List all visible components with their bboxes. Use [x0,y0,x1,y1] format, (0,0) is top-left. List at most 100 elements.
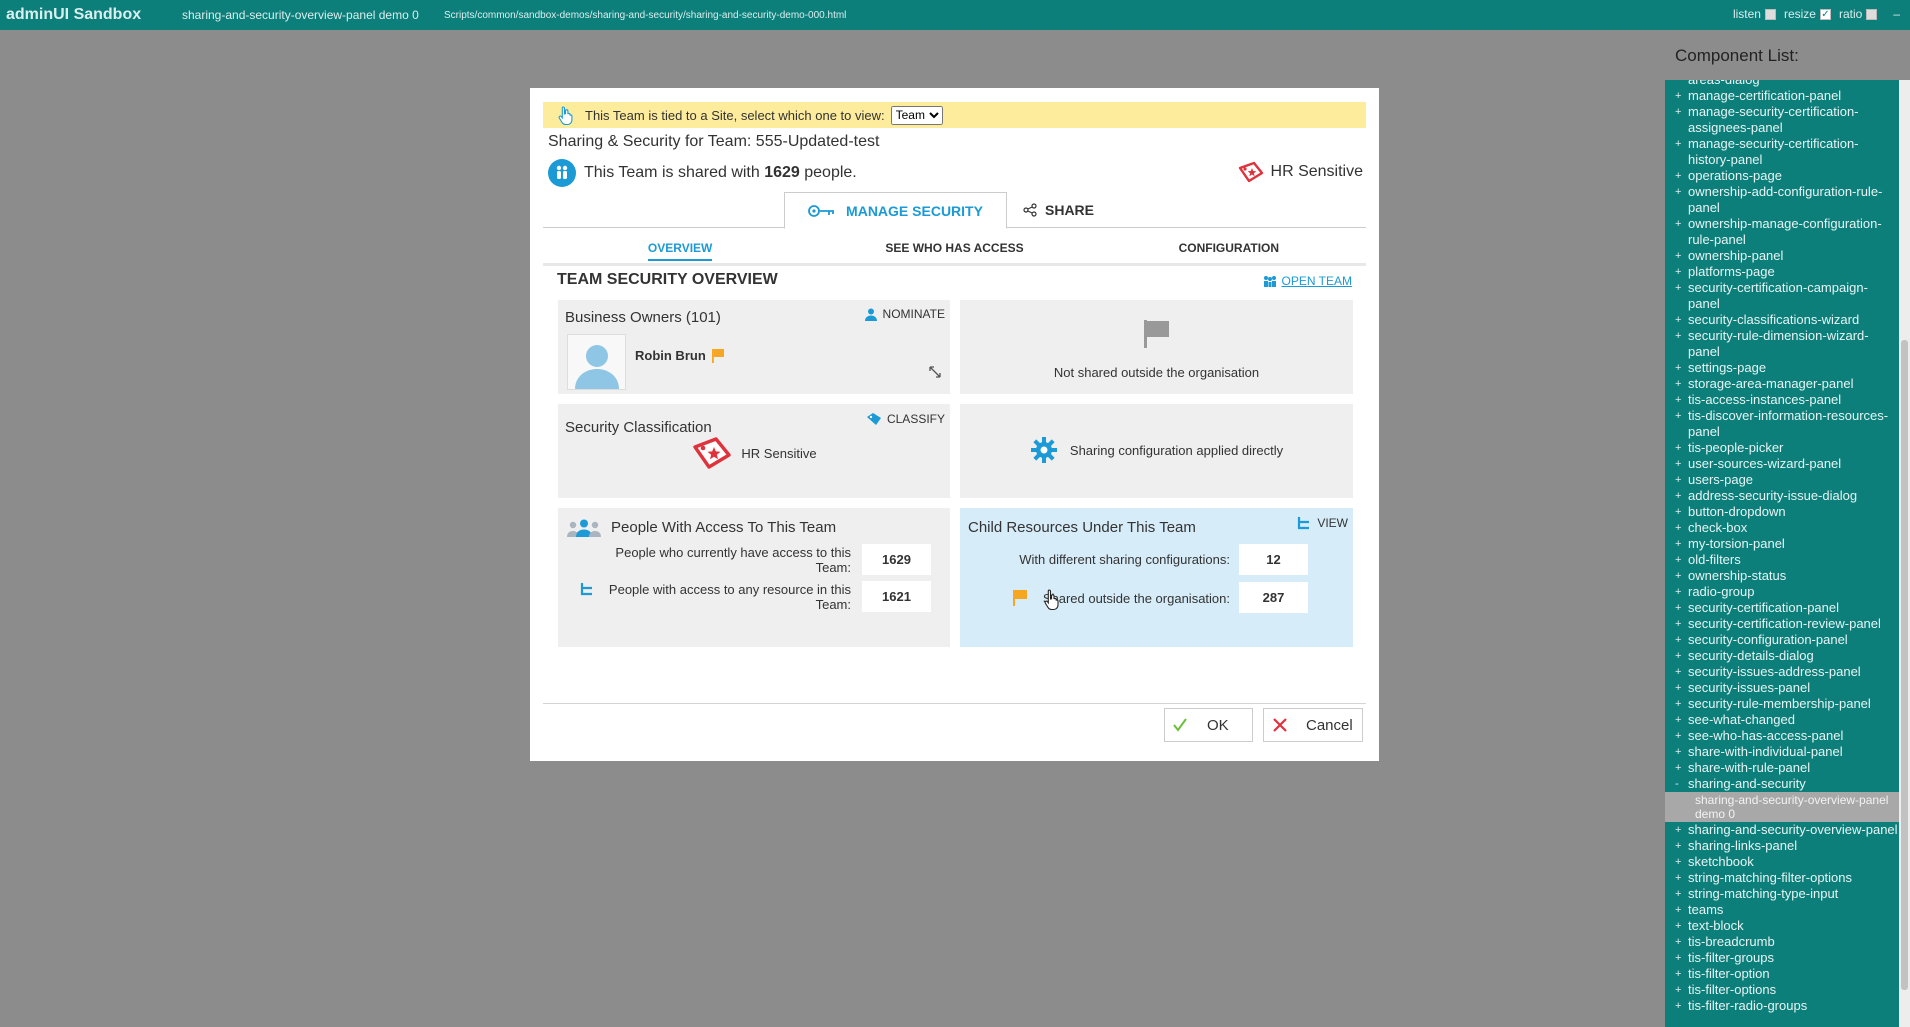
component-list-item[interactable]: + string-matching-filter-options [1665,870,1899,886]
component-list-item[interactable]: + security-classifications-wizard [1665,312,1899,328]
subtab-configuration[interactable]: CONFIGURATION [1092,229,1366,263]
expand-plus-icon[interactable]: + [1675,600,1681,616]
component-list-item[interactable]: + storage-area-manager-panel [1665,376,1899,392]
expand-plus-icon[interactable]: + [1675,744,1681,760]
ok-button[interactable]: OK [1164,708,1253,742]
component-list-item[interactable]: + manage-certification-panel [1665,88,1899,104]
component-list-item[interactable]: + manage-security-certification-assignees… [1665,104,1899,136]
expand-plus-icon[interactable]: + [1675,504,1681,520]
expand-plus-icon[interactable]: + [1675,982,1681,998]
expand-plus-icon[interactable]: + [1675,822,1681,838]
expand-plus-icon[interactable]: + [1675,998,1681,1014]
component-list-item[interactable]: + old-filters [1665,552,1899,568]
site-team-select[interactable]: Team [890,105,943,125]
expand-plus-icon[interactable]: + [1675,552,1681,568]
component-list-item[interactable]: + sketchbook [1665,854,1899,870]
expand-plus-icon[interactable]: + [1675,680,1681,696]
expand-plus-icon[interactable]: + [1675,456,1681,472]
component-list-item[interactable]: + button-dropdown [1665,504,1899,520]
expand-plus-icon[interactable]: + [1675,248,1681,264]
cancel-button[interactable]: Cancel [1263,708,1363,742]
scrollbar-thumb[interactable] [1901,340,1908,990]
component-list-item[interactable]: + security-certification-campaign-panel [1665,280,1899,312]
minimize-button[interactable]: – [1893,7,1900,21]
component-list-item[interactable]: + tis-filter-groups [1665,950,1899,966]
component-list-item[interactable]: + tis-discover-information-resources-pane… [1665,408,1899,440]
expand-plus-icon[interactable]: + [1675,584,1681,600]
expand-plus-icon[interactable]: + [1675,854,1681,870]
component-list-item[interactable]: + manage-security-certification-history-p… [1665,136,1899,168]
expand-plus-icon[interactable]: + [1675,440,1681,456]
open-team-link[interactable]: OPEN TEAM [1262,274,1352,288]
component-list-item[interactable]: + ownership-add-configuration-rule-panel [1665,184,1899,216]
component-list-item[interactable]: areas-dialog [1665,80,1899,88]
expand-plus-icon[interactable]: + [1675,568,1681,584]
child-shared-outside-value[interactable]: 287 [1239,582,1308,613]
component-list-item[interactable]: + security-issues-address-panel [1665,664,1899,680]
collapse-icon[interactable]: - [1675,776,1679,792]
view-button[interactable]: VIEW [1297,516,1348,530]
expand-plus-icon[interactable]: + [1675,664,1681,680]
expand-plus-icon[interactable]: + [1675,934,1681,950]
expand-plus-icon[interactable]: + [1675,184,1681,200]
component-list-item[interactable]: + check-box [1665,520,1899,536]
expand-plus-icon[interactable]: + [1675,696,1681,712]
component-list-item[interactable]: + share-with-rule-panel [1665,760,1899,776]
component-list-item[interactable]: + ownership-panel [1665,248,1899,264]
component-list-item[interactable]: + tis-access-instances-panel [1665,392,1899,408]
component-list-item[interactable]: + tis-filter-options [1665,982,1899,998]
expand-plus-icon[interactable]: + [1675,376,1681,392]
expand-plus-icon[interactable]: + [1675,728,1681,744]
expand-plus-icon[interactable]: + [1675,902,1681,918]
component-list-item[interactable]: + tis-filter-option [1665,966,1899,982]
component-list[interactable]: areas-dialog+manage-certification-panel+… [1665,80,1899,1027]
expand-plus-icon[interactable]: + [1675,648,1681,664]
expand-plus-icon[interactable]: + [1675,264,1681,280]
component-list-item[interactable]: + sharing-and-security-overview-panel [1665,822,1899,838]
subtab-overview[interactable]: OVERVIEW [543,229,817,263]
component-list-item[interactable]: + sharing-links-panel [1665,838,1899,854]
expand-icon[interactable] [928,365,942,379]
component-list-item[interactable]: + security-issues-panel [1665,680,1899,696]
expand-plus-icon[interactable]: + [1675,886,1681,902]
expand-plus-icon[interactable]: + [1675,360,1681,376]
subtab-see-who-has-access[interactable]: SEE WHO HAS ACCESS [817,229,1091,263]
expand-plus-icon[interactable]: + [1675,712,1681,728]
component-list-item[interactable]: + security-rule-membership-panel [1665,696,1899,712]
tab-share[interactable]: SHARE [1023,192,1094,228]
expand-plus-icon[interactable]: + [1675,488,1681,504]
expand-plus-icon[interactable]: + [1675,616,1681,632]
nominate-button[interactable]: NOMINATE [864,307,945,321]
component-list-item[interactable]: + see-who-has-access-panel [1665,728,1899,744]
component-list-item[interactable]: + text-block [1665,918,1899,934]
expand-plus-icon[interactable]: + [1675,870,1681,886]
child-diff-config-value[interactable]: 12 [1239,544,1308,575]
component-list-item[interactable]: + tis-filter-radio-groups [1665,998,1899,1014]
component-list-item[interactable]: + platforms-page [1665,264,1899,280]
expand-plus-icon[interactable]: + [1675,536,1681,552]
listen-checkbox[interactable] [1764,8,1776,20]
component-list-item[interactable]: + security-configuration-panel [1665,632,1899,648]
component-list-item[interactable]: + security-rule-dimension-wizard-panel [1665,328,1899,360]
expand-plus-icon[interactable]: + [1675,88,1681,104]
expand-plus-icon[interactable]: + [1675,328,1681,344]
component-list-item[interactable]: + ownership-manage-configuration-rule-pan… [1665,216,1899,248]
component-list-item[interactable]: + radio-group [1665,584,1899,600]
ratio-checkbox[interactable] [1866,8,1878,20]
expand-plus-icon[interactable]: + [1675,760,1681,776]
avatar[interactable] [567,334,626,390]
expand-plus-icon[interactable]: + [1675,408,1681,424]
classify-button[interactable]: CLASSIFY [866,412,945,426]
component-list-item[interactable]: + teams [1665,902,1899,918]
expand-plus-icon[interactable]: + [1675,104,1681,120]
expand-plus-icon[interactable]: + [1675,966,1681,982]
component-list-item[interactable]: + share-with-individual-panel [1665,744,1899,760]
tab-manage-security[interactable]: MANAGE SECURITY [784,192,1007,229]
expand-plus-icon[interactable]: + [1675,312,1681,328]
expand-plus-icon[interactable]: + [1675,280,1681,296]
component-list-item[interactable]: + ownership-status [1665,568,1899,584]
expand-plus-icon[interactable]: + [1675,472,1681,488]
expand-plus-icon[interactable]: + [1675,168,1681,184]
expand-plus-icon[interactable]: + [1675,838,1681,854]
expand-plus-icon[interactable]: + [1675,520,1681,536]
